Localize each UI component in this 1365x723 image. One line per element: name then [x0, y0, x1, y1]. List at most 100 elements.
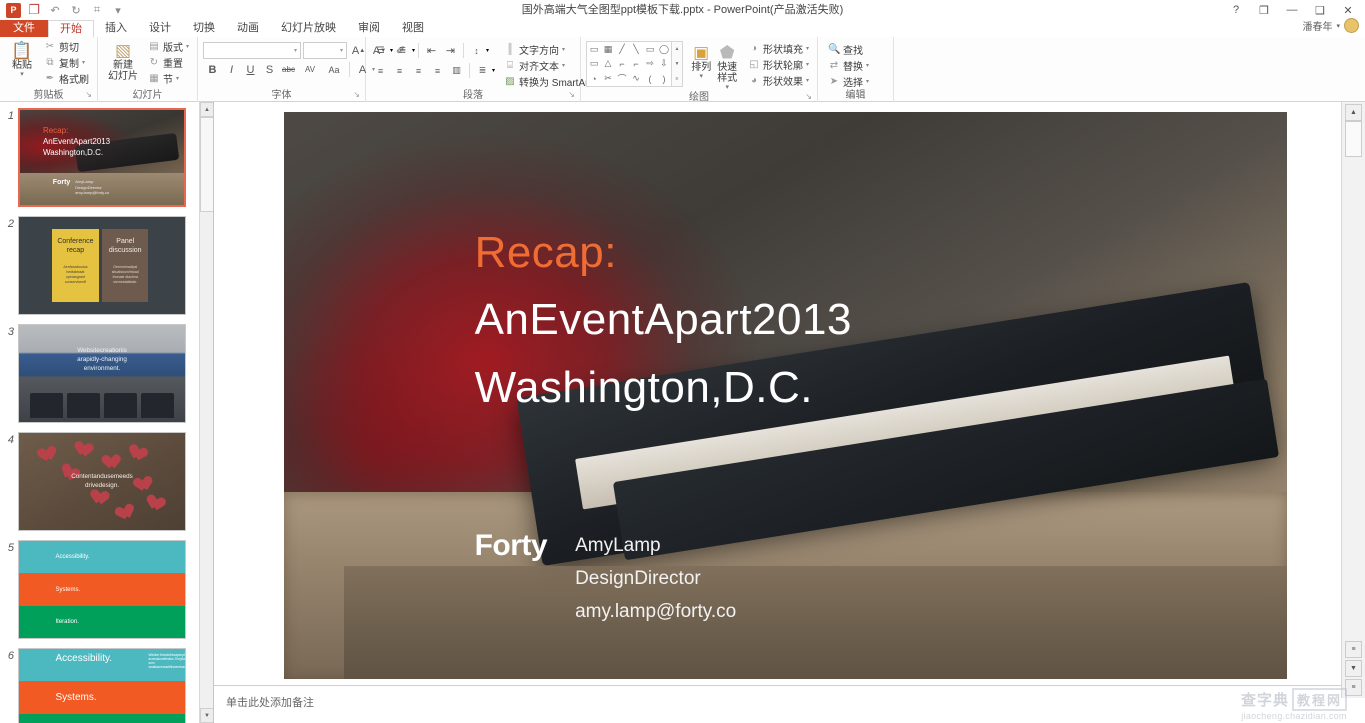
tab-review[interactable]: 审阅 — [347, 20, 391, 37]
help-button[interactable]: ? — [1229, 4, 1243, 16]
decrease-indent-button[interactable]: ⇤ — [422, 42, 441, 59]
redo-icon[interactable]: ↻ — [68, 2, 84, 18]
scrollbar-thumb[interactable] — [200, 117, 214, 212]
cut-button[interactable]: ✂ 剪切 — [41, 39, 92, 54]
scroll-down-icon[interactable]: ▼ — [1345, 660, 1362, 677]
shape-item[interactable]: ⇨ — [646, 58, 654, 69]
chevron-down-icon[interactable]: ▾ — [176, 75, 179, 82]
window-controls[interactable]: ? ❐ — ❑ ✕ — [1229, 0, 1361, 20]
shape-item[interactable]: ⇩ — [660, 58, 668, 69]
shape-item[interactable]: ▦ — [604, 44, 613, 55]
increase-indent-button[interactable]: ⇥ — [441, 42, 460, 59]
scroll-down-icon[interactable]: ▼ — [675, 61, 680, 67]
shapes-gallery-scrollbar[interactable]: ▲ ▼ ≡ — [672, 41, 683, 87]
dialog-launcher-icon[interactable]: ↘ — [85, 88, 92, 101]
quick-access-toolbar[interactable]: P ❐ ↶ ↻ ⌗ ▾ — [0, 0, 126, 20]
shape-item[interactable]: ) — [663, 74, 666, 84]
undo-icon[interactable]: ↶ — [47, 2, 63, 18]
chevron-down-icon[interactable]: ▾ — [866, 62, 869, 69]
notes-pane[interactable]: 单击此处添加备注 — [214, 685, 1341, 723]
tab-file[interactable]: 文件 — [0, 20, 48, 37]
account-area[interactable]: 潘春年 ▾ — [1302, 18, 1359, 33]
save-icon[interactable]: ❐ — [26, 2, 42, 18]
tab-transitions[interactable]: 切换 — [182, 20, 226, 37]
scroll-up-icon[interactable]: ▲ — [1345, 104, 1362, 121]
distribute-text-button[interactable]: ▥ — [447, 62, 466, 79]
shape-item[interactable]: ▭ — [590, 44, 599, 55]
close-button[interactable]: ✕ — [1341, 4, 1355, 17]
start-slideshow-icon[interactable]: ⌗ — [89, 2, 105, 18]
slide-thumbnail[interactable]: Recap: AnEventApart2013 Washington,D.C. … — [18, 108, 186, 207]
tab-design[interactable]: 设计 — [138, 20, 182, 37]
chevron-down-icon[interactable]: ▾ — [725, 84, 729, 91]
thumbnail-item-2[interactable]: 2 Conference recap Aenfanaboutus hedtabb… — [0, 216, 199, 315]
shape-item[interactable]: ◔ — [591, 74, 596, 84]
shape-item[interactable]: ╱ — [619, 44, 624, 55]
find-button[interactable]: 🔍 查找 — [825, 42, 872, 57]
shape-item[interactable]: ( — [649, 74, 652, 84]
chevron-down-icon[interactable]: ▾ — [294, 47, 297, 54]
dialog-launcher-icon[interactable]: ↘ — [353, 88, 360, 101]
chevron-down-icon[interactable]: ▾ — [82, 59, 85, 66]
thumbnail-item-3[interactable]: 3 Websitecreationis arapidly-changing en… — [0, 324, 199, 423]
shape-item[interactable]: ▭ — [646, 44, 655, 55]
layout-button[interactable]: ▤ 版式 ▾ — [145, 39, 192, 54]
italic-button[interactable]: I — [222, 61, 241, 78]
paste-button[interactable]: 📋 粘贴 ▾ — [5, 39, 39, 78]
copy-button[interactable]: ⧉ 复制 ▾ — [41, 55, 92, 70]
character-spacing-button[interactable]: AV — [298, 61, 322, 78]
columns-button[interactable]: ≣ — [473, 62, 492, 79]
font-size-input[interactable]: ▾ — [303, 42, 347, 59]
slide-thumbnail[interactable]: Websitecreationis arapidly-changing envi… — [18, 324, 186, 423]
chevron-down-icon[interactable]: ▾ — [486, 47, 489, 54]
thumbnail-item-4[interactable]: 4 Contentandusemeeds drivedesign. — [0, 432, 199, 531]
chevron-down-icon[interactable]: ▾ — [186, 43, 189, 50]
editor-scrollbar[interactable]: ▲ ≡ ▼ ≡ — [1341, 102, 1365, 698]
gallery-more-icon[interactable]: ≡ — [676, 76, 679, 82]
tab-home[interactable]: 开始 — [48, 20, 94, 37]
change-case-button[interactable]: Aa — [322, 61, 346, 78]
section-button[interactable]: ▦ 节 ▾ — [145, 71, 192, 86]
quick-styles-button[interactable]: ⬟ 快速样式 ▾ — [713, 41, 741, 91]
dialog-launcher-icon[interactable]: ↘ — [568, 88, 575, 101]
font-name-input[interactable]: ▾ — [203, 42, 301, 59]
chevron-down-icon[interactable]: ▾ — [20, 71, 24, 78]
chevron-down-icon[interactable]: ▾ — [1336, 22, 1340, 30]
tab-slideshow[interactable]: 幻灯片放映 — [270, 20, 347, 37]
slide-title-block[interactable]: Recap: AnEventApart2013 Washington,D.C. — [475, 220, 852, 422]
previous-slide-button[interactable]: ≡ — [1345, 641, 1362, 658]
shape-item[interactable]: ∿ — [632, 73, 640, 84]
new-slide-button[interactable]: ▧ 新建 幻灯片 — [103, 39, 143, 82]
bullets-button[interactable]: ☰ — [371, 42, 390, 59]
replace-button[interactable]: ⇄ 替换 ▾ — [825, 58, 872, 73]
shape-item[interactable]: △ — [605, 58, 612, 69]
numbering-button[interactable]: ≣ — [393, 42, 412, 59]
arrange-button[interactable]: ▣ 排列 ▾ — [689, 41, 713, 80]
shape-effects-button[interactable]: ◕ 形状效果 ▾ — [745, 73, 812, 88]
shape-item[interactable]: ▭ — [590, 58, 599, 69]
chevron-down-icon[interactable]: ▾ — [412, 47, 415, 54]
scrollbar-thumb[interactable] — [1345, 121, 1362, 157]
customize-qat-icon[interactable]: ▾ — [110, 2, 126, 18]
shape-outline-button[interactable]: ◱ 形状轮廓 ▾ — [745, 57, 812, 72]
reset-button[interactable]: ↻ 重置 — [145, 55, 192, 70]
scroll-up-icon[interactable]: ▲ — [675, 46, 680, 52]
shape-item[interactable]: ⌐ — [619, 59, 624, 69]
minimize-button[interactable]: — — [1285, 4, 1299, 16]
tab-animations[interactable]: 动画 — [226, 20, 270, 37]
line-spacing-button[interactable]: ↕ — [467, 42, 486, 59]
shapes-gallery[interactable]: ▭ ▦ ╱ ╲ ▭ ◯ ▭ △ ⌐ ⌐ ⇨ ⇩ ◔ ✂ ⌒ ∿ ( — [586, 41, 672, 87]
slide-thumbnail[interactable]: Accessibility. Wekker Mordothesapeople a… — [18, 648, 186, 723]
chevron-down-icon[interactable]: ▾ — [806, 61, 809, 68]
shape-item[interactable]: ◯ — [659, 44, 669, 55]
scroll-down-icon[interactable]: ▼ — [200, 708, 214, 723]
scrollbar-bottom-controls[interactable]: ≡ ▼ ≡ — [1342, 639, 1365, 696]
text-shadow-button[interactable]: S — [260, 61, 279, 78]
notes-placeholder[interactable]: 单击此处添加备注 — [226, 694, 314, 710]
chevron-down-icon[interactable]: ▾ — [866, 78, 869, 85]
slide-thumbnail[interactable]: Contentandusemeeds drivedesign. — [18, 432, 186, 531]
select-button[interactable]: ➤ 选择 ▾ — [825, 74, 872, 89]
avatar[interactable] — [1344, 18, 1359, 33]
bold-button[interactable]: B — [203, 61, 222, 78]
chevron-down-icon[interactable]: ▾ — [806, 45, 809, 52]
